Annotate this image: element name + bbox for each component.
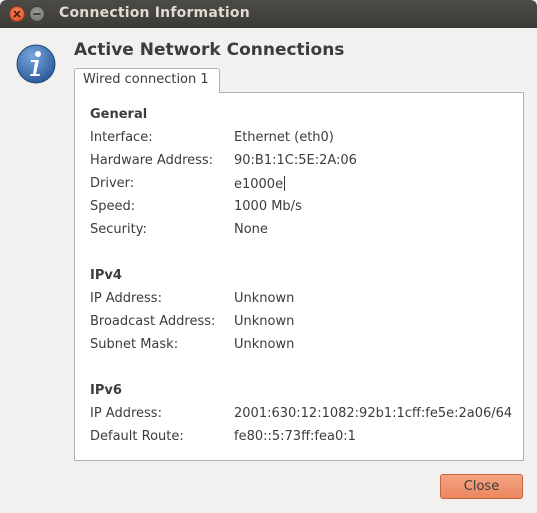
broadcast-address-label: Broadcast Address: <box>90 314 216 329</box>
connection-details-panel: General Interface: Ethernet (eth0) Hardw… <box>74 92 524 461</box>
broadcast-address-value: Unknown <box>234 314 295 329</box>
interface-value: Ethernet (eth0) <box>234 130 334 145</box>
text-cursor <box>284 176 286 191</box>
ipv4-ip-address-label: IP Address: <box>90 291 162 306</box>
minimize-icon[interactable] <box>29 6 45 22</box>
driver-value-wrap: e1000e <box>234 176 286 192</box>
driver-label: Driver: <box>90 176 135 191</box>
ipv6-ip-address-value: 2001:630:12:1082:92b1:1cff:fe5e:2a06/64 <box>234 406 513 421</box>
default-route-label: Default Route: <box>90 429 184 444</box>
tab-wired-connection-1[interactable]: Wired connection 1 <box>74 68 220 93</box>
subnet-mask-label: Subnet Mask: <box>90 337 179 352</box>
speed-value: 1000 Mb/s <box>234 199 302 214</box>
speed-label: Speed: <box>90 199 136 214</box>
ipv4-ip-address-value: Unknown <box>234 291 295 306</box>
info-icon <box>16 44 56 84</box>
title-bar[interactable]: Connection Information <box>0 0 537 28</box>
subnet-mask-value: Unknown <box>234 337 295 352</box>
section-general-title: General <box>90 107 148 122</box>
section-ipv4-title: IPv4 <box>90 268 122 283</box>
close-button[interactable]: Close <box>440 474 523 499</box>
driver-value: e1000e <box>234 177 284 192</box>
interface-label: Interface: <box>90 130 153 145</box>
window-title: Connection Information <box>59 5 250 21</box>
dialog-window: Connection Information Active Network Co… <box>0 0 537 513</box>
ipv6-ip-address-label: IP Address: <box>90 406 162 421</box>
default-route-value: fe80::5:73ff:fea0:1 <box>234 429 356 444</box>
dialog-heading: Active Network Connections <box>74 40 345 60</box>
security-label: Security: <box>90 222 147 237</box>
hardware-address-value: 90:B1:1C:5E:2A:06 <box>234 153 357 168</box>
hardware-address-label: Hardware Address: <box>90 153 214 168</box>
close-icon[interactable] <box>9 6 25 22</box>
section-ipv6-title: IPv6 <box>90 383 122 398</box>
security-value: None <box>234 222 268 237</box>
